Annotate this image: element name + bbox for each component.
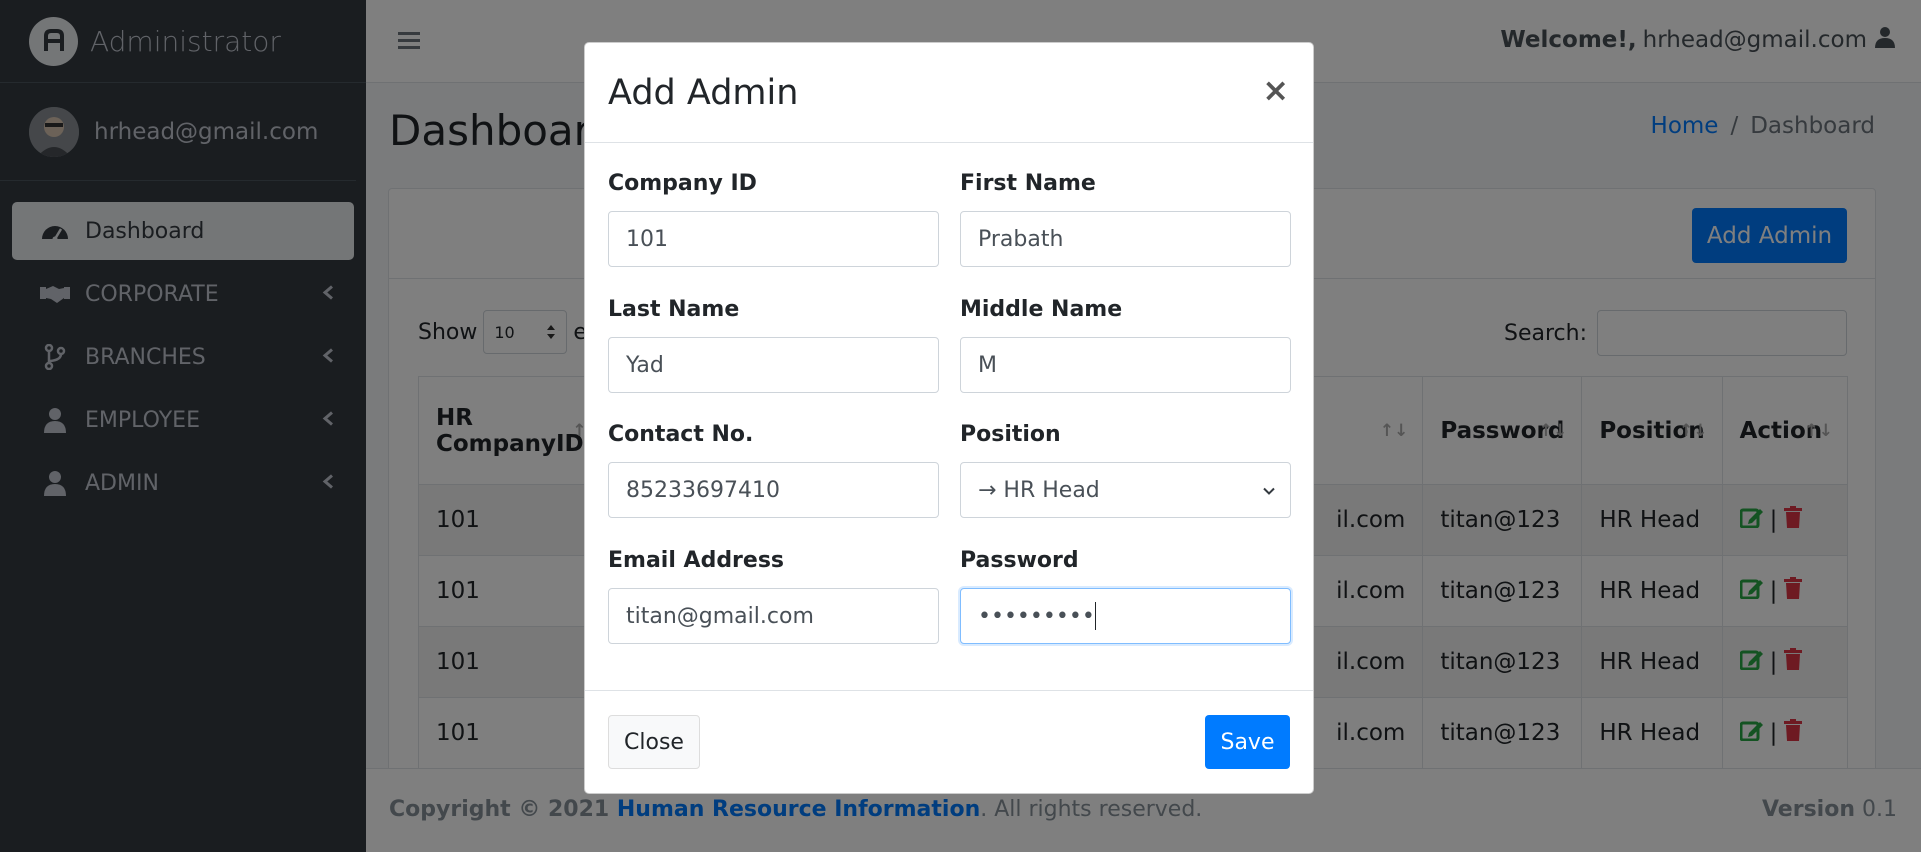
password-label: Password xyxy=(960,548,1079,573)
first-name-input[interactable]: Prabath xyxy=(960,211,1291,267)
modal-header: Add Admin × xyxy=(585,43,1313,143)
middle-name-input[interactable]: M xyxy=(960,337,1291,393)
last-name-input[interactable]: Yad xyxy=(608,337,939,393)
middle-name-group: Middle Name M xyxy=(960,297,1291,393)
email-label: Email Address xyxy=(608,548,785,573)
modal-body: Company ID 101 First Name Prabath Last N… xyxy=(585,143,1313,693)
position-group: Position → HR Head xyxy=(960,422,1291,518)
company-id-group: Company ID 101 xyxy=(608,171,939,267)
position-selected: → HR Head xyxy=(978,477,1100,503)
last-name-group: Last Name Yad xyxy=(608,297,939,393)
last-name-label: Last Name xyxy=(608,297,740,322)
password-group: Password ••••••••• xyxy=(960,548,1291,644)
contact-label: Contact No. xyxy=(608,422,754,447)
password-input[interactable]: ••••••••• xyxy=(960,588,1291,644)
close-icon[interactable]: × xyxy=(1262,71,1289,109)
position-select[interactable]: → HR Head xyxy=(960,462,1291,518)
modal-footer: Close Save xyxy=(585,690,1313,793)
contact-group: Contact No. 85233697410 xyxy=(608,422,939,518)
first-name-label: First Name xyxy=(960,171,1096,196)
position-label: Position xyxy=(960,422,1061,447)
email-input[interactable]: titan@gmail.com xyxy=(608,588,939,644)
modal-title: Add Admin xyxy=(608,73,799,113)
company-id-input[interactable]: 101 xyxy=(608,211,939,267)
text-cursor xyxy=(1094,602,1096,630)
save-button[interactable]: Save xyxy=(1205,715,1290,769)
email-group: Email Address titan@gmail.com xyxy=(608,548,939,644)
middle-name-label: Middle Name xyxy=(960,297,1123,322)
chevron-down-icon xyxy=(1262,478,1276,503)
contact-input[interactable]: 85233697410 xyxy=(608,462,939,518)
password-value: ••••••••• xyxy=(978,603,1095,629)
close-button[interactable]: Close xyxy=(608,715,700,769)
add-admin-modal: Add Admin × Company ID 101 First Name Pr… xyxy=(584,42,1314,794)
first-name-group: First Name Prabath xyxy=(960,171,1291,267)
company-id-label: Company ID xyxy=(608,171,757,196)
